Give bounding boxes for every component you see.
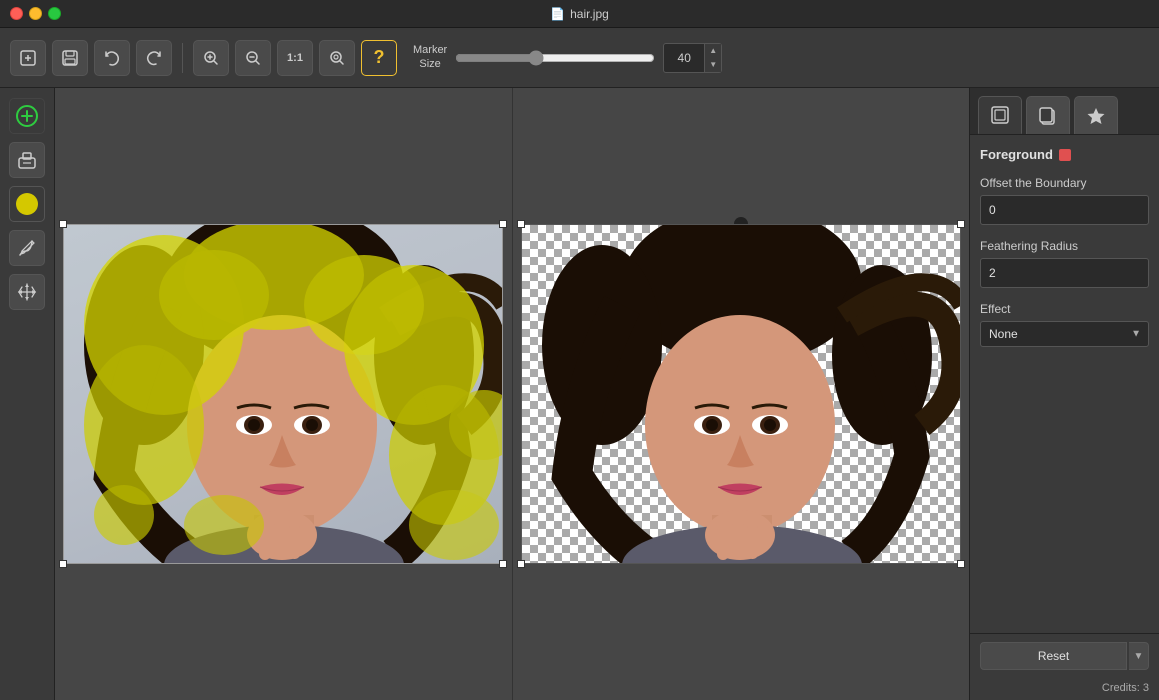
feathering-radius-label: Feathering Radius [980,239,1149,253]
marker-size-up[interactable]: ▲ [705,44,721,58]
minimize-button[interactable] [29,7,42,20]
marker-size-slider[interactable] [455,50,655,66]
canvas-area [55,88,969,700]
left-toolbar [0,88,55,700]
maximize-button[interactable] [48,7,61,20]
effect-label: Effect [980,302,1149,316]
marker-size-stepper[interactable]: ▲ ▼ [704,44,721,72]
feathering-radius-input[interactable] [981,261,1149,285]
left-canvas-panel[interactable] [55,88,513,700]
separator [182,43,183,73]
brush-tool[interactable] [9,230,45,266]
handle-top-right[interactable] [499,220,507,228]
handle-bottom-right[interactable] [499,560,507,568]
credits-bar: Credits: 3 [970,678,1159,700]
window-title: 📄 hair.jpg [550,7,609,21]
traffic-lights [10,7,61,20]
right-canvas [521,224,961,564]
brush-strokes-svg [64,225,503,564]
marker-size-down[interactable]: ▼ [705,58,721,72]
right-panel: Foreground Offset the Boundary ▲ ▼ Feath… [969,88,1159,700]
left-canvas [63,224,503,564]
zoom-window-button[interactable] [319,40,355,76]
right-canvas-panel [513,88,970,700]
offset-boundary-group: Offset the Boundary ▲ ▼ [980,176,1149,225]
zoom-fit-button[interactable]: 1:1 [277,40,313,76]
foreground-label-row: Foreground [980,147,1149,162]
reset-button[interactable]: Reset [980,642,1127,670]
effect-select[interactable]: None Blur Sharpen Glow [980,321,1149,347]
panel-spacer [970,396,1159,633]
offset-boundary-label: Offset the Boundary [980,176,1149,190]
tab-copy[interactable] [1026,96,1070,134]
credits-text: Credits: 3 [1102,682,1149,694]
foreground-badge [1059,149,1071,161]
close-button[interactable] [10,7,23,20]
effect-select-wrapper: None Blur Sharpen Glow ▼ [980,321,1149,347]
reset-dropdown-button[interactable]: ▼ [1129,642,1149,670]
reset-btn-row: Reset ▼ [980,642,1149,670]
tab-favorites[interactable] [1074,96,1118,134]
marker-size-value: 40 [664,49,704,67]
zoom-in-button[interactable] [193,40,229,76]
zoom-out-button[interactable] [235,40,271,76]
right-portrait-svg [522,225,961,564]
undo-button[interactable] [94,40,130,76]
feathering-radius-input-row: ▲ ▼ [980,258,1149,288]
move-tool[interactable] [9,274,45,310]
right-handle-bottom-right[interactable] [957,560,965,568]
main-area: Foreground Offset the Boundary ▲ ▼ Feath… [0,88,1159,700]
effect-group: Effect None Blur Sharpen Glow ▼ [980,302,1149,347]
bottom-bar: Reset ▼ [970,633,1159,678]
tab-layers[interactable] [978,96,1022,134]
titlebar: 📄 hair.jpg [0,0,1159,28]
offset-boundary-input-row: ▲ ▼ [980,195,1149,225]
handle-bottom-left[interactable] [59,560,67,568]
offset-boundary-input[interactable] [981,198,1149,222]
right-handle-top-left[interactable] [517,220,525,228]
file-icon: 📄 [550,7,565,21]
marker-size-group: MarkerSize 40 ▲ ▼ [413,43,722,73]
help-button[interactable]: ? [361,40,397,76]
marker-size-label: MarkerSize [413,44,447,70]
add-foreground-tool[interactable] [9,98,45,134]
new-button[interactable] [10,40,46,76]
handle-top-left[interactable] [59,220,67,228]
foreground-text: Foreground [980,147,1053,162]
save-button[interactable] [52,40,88,76]
panel-content: Foreground Offset the Boundary ▲ ▼ Feath… [970,135,1159,396]
right-handle-top-right[interactable] [957,220,965,228]
redo-button[interactable] [136,40,172,76]
right-handle-bottom-left[interactable] [517,560,525,568]
erase-tool[interactable] [9,142,45,178]
tab-bar [970,88,1159,135]
main-toolbar: 1:1 ? MarkerSize 40 ▲ ▼ [0,28,1159,88]
feathering-radius-group: Feathering Radius ▲ ▼ [980,239,1149,288]
marker-size-value-box: 40 ▲ ▼ [663,43,722,73]
color-tool[interactable] [9,186,45,222]
